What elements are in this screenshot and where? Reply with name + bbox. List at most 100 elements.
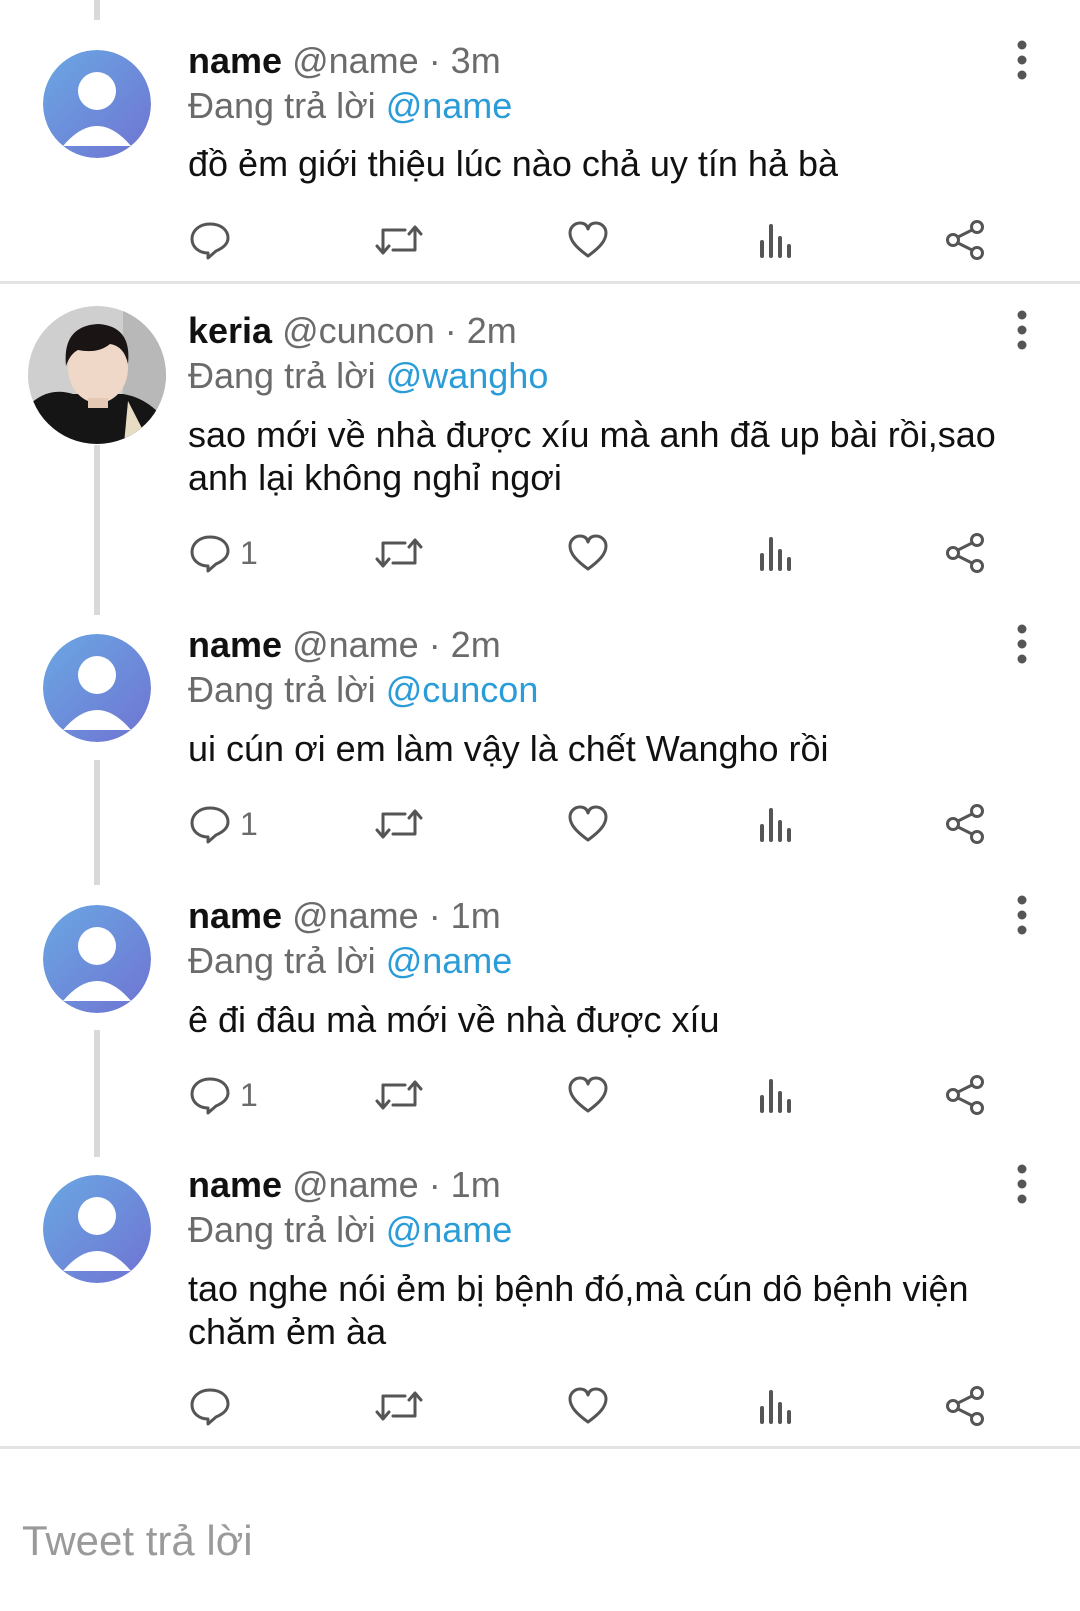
- tweet-actions: [0, 215, 1080, 265]
- replying-to-label: Đang trả lời: [188, 669, 376, 710]
- retweet-icon: [375, 809, 423, 839]
- replying-to: Đang trả lời @name: [188, 940, 512, 982]
- tweet[interactable]: name @name · 1m Đang trả lời @name ê đi …: [0, 871, 1080, 1141]
- retweet-button[interactable]: [375, 1070, 423, 1120]
- timestamp: · 1m: [428, 895, 501, 936]
- like-button[interactable]: [567, 1381, 609, 1431]
- tweet[interactable]: keria @cuncon · 2m Đang trả lời @wangho …: [0, 284, 1080, 599]
- retweet-icon: [375, 1080, 423, 1110]
- avatar[interactable]: [43, 905, 151, 1013]
- replying-to-label: Đang trả lời: [188, 355, 376, 396]
- analytics-icon: [760, 1079, 791, 1113]
- retweet-button[interactable]: [375, 1381, 423, 1431]
- more-icon: [1017, 895, 1027, 935]
- more-options-button[interactable]: [1010, 1164, 1034, 1204]
- more-options-button[interactable]: [1010, 40, 1034, 80]
- like-icon: [568, 534, 608, 571]
- tweet-header: name @name · 1m: [188, 1164, 501, 1206]
- like-button[interactable]: [567, 799, 609, 849]
- retweet-icon: [375, 1391, 423, 1421]
- analytics-button[interactable]: [757, 528, 793, 578]
- analytics-button[interactable]: [757, 1381, 793, 1431]
- tweet[interactable]: name @name · 2m Đang trả lời @cuncon ui …: [0, 600, 1080, 870]
- reply-icon: [190, 1077, 230, 1115]
- more-options-button[interactable]: [1010, 310, 1034, 350]
- tweet-header: name @name · 2m: [188, 624, 501, 666]
- author-handle[interactable]: @name: [292, 624, 419, 665]
- composer-divider: [0, 1446, 1080, 1449]
- mention-link[interactable]: @name: [386, 1209, 513, 1250]
- tweet-actions: 1: [0, 528, 1080, 578]
- like-icon: [568, 1387, 608, 1424]
- default-avatar-icon: [43, 1175, 151, 1283]
- default-avatar-icon: [43, 634, 151, 742]
- avatar[interactable]: [28, 306, 166, 444]
- reply-count: 1: [240, 534, 258, 571]
- more-icon: [1017, 624, 1027, 664]
- reply-input[interactable]: Tweet trả lời: [22, 1517, 253, 1565]
- author-handle[interactable]: @name: [292, 895, 419, 936]
- share-icon: [946, 1075, 984, 1115]
- tweet[interactable]: name @name · 1m Đang trả lời @name tao n…: [0, 1141, 1080, 1446]
- tweet-header: name @name · 3m: [188, 40, 501, 82]
- share-button[interactable]: [944, 799, 986, 849]
- like-icon: [568, 1076, 608, 1113]
- mention-link[interactable]: @name: [386, 940, 513, 981]
- tweet-header: keria @cuncon · 2m: [188, 310, 517, 352]
- more-options-button[interactable]: [1010, 895, 1034, 935]
- replying-to-label: Đang trả lời: [188, 940, 376, 981]
- share-button[interactable]: [944, 1381, 986, 1431]
- retweet-button[interactable]: [375, 528, 423, 578]
- reply-count: 1: [240, 1076, 258, 1113]
- more-options-button[interactable]: [1010, 624, 1034, 664]
- reply-composer[interactable]: Tweet trả lời: [0, 1495, 1080, 1611]
- avatar[interactable]: [43, 634, 151, 742]
- tweet-header: name @name · 1m: [188, 895, 501, 937]
- tweet-text: đồ ẻm giới thiệu lúc nào chả uy tín hả b…: [188, 143, 839, 184]
- share-icon: [946, 533, 984, 573]
- replying-to: Đang trả lời @name: [188, 85, 512, 127]
- reply-icon: [190, 1388, 230, 1426]
- avatar[interactable]: [43, 1175, 151, 1283]
- reply-button[interactable]: 1: [190, 1070, 258, 1120]
- reply-button[interactable]: [190, 1381, 240, 1431]
- author-handle[interactable]: @name: [292, 1164, 419, 1205]
- share-button[interactable]: [944, 1070, 986, 1120]
- share-button[interactable]: [944, 528, 986, 578]
- author-name[interactable]: name: [188, 1164, 282, 1205]
- timestamp: · 2m: [428, 624, 501, 665]
- author-name[interactable]: name: [188, 40, 282, 81]
- reply-button[interactable]: 1: [190, 799, 258, 849]
- like-button[interactable]: [567, 1070, 609, 1120]
- default-avatar-icon: [43, 905, 151, 1013]
- retweet-icon: [375, 538, 423, 568]
- author-handle[interactable]: @cuncon: [282, 310, 435, 351]
- like-button[interactable]: [567, 528, 609, 578]
- timestamp: · 3m: [428, 40, 501, 81]
- tweet[interactable]: name @name · 3m Đang trả lời @name đồ ẻm…: [0, 0, 1080, 282]
- replying-to: Đang trả lời @name: [188, 1209, 512, 1251]
- analytics-button[interactable]: [757, 215, 793, 265]
- author-name[interactable]: name: [188, 624, 282, 665]
- retweet-button[interactable]: [375, 799, 423, 849]
- tweet-actions: 1: [0, 799, 1080, 849]
- analytics-icon: [760, 1390, 791, 1424]
- avatar[interactable]: [43, 50, 151, 158]
- author-name[interactable]: name: [188, 895, 282, 936]
- share-button[interactable]: [944, 215, 986, 265]
- author-name[interactable]: keria: [188, 310, 272, 351]
- author-handle[interactable]: @name: [292, 40, 419, 81]
- analytics-button[interactable]: [757, 1070, 793, 1120]
- reply-icon: [190, 535, 230, 573]
- like-button[interactable]: [567, 215, 609, 265]
- analytics-button[interactable]: [757, 799, 793, 849]
- replying-to-label: Đang trả lời: [188, 1209, 376, 1250]
- share-icon: [946, 804, 984, 844]
- tweet-text: sao mới về nhà được xíu mà anh đã up bài…: [188, 414, 996, 498]
- mention-link[interactable]: @wangho: [386, 355, 549, 396]
- retweet-button[interactable]: [375, 215, 423, 265]
- mention-link[interactable]: @name: [386, 85, 513, 126]
- reply-button[interactable]: 1: [190, 528, 258, 578]
- reply-button[interactable]: [190, 215, 240, 265]
- mention-link[interactable]: @cuncon: [386, 669, 539, 710]
